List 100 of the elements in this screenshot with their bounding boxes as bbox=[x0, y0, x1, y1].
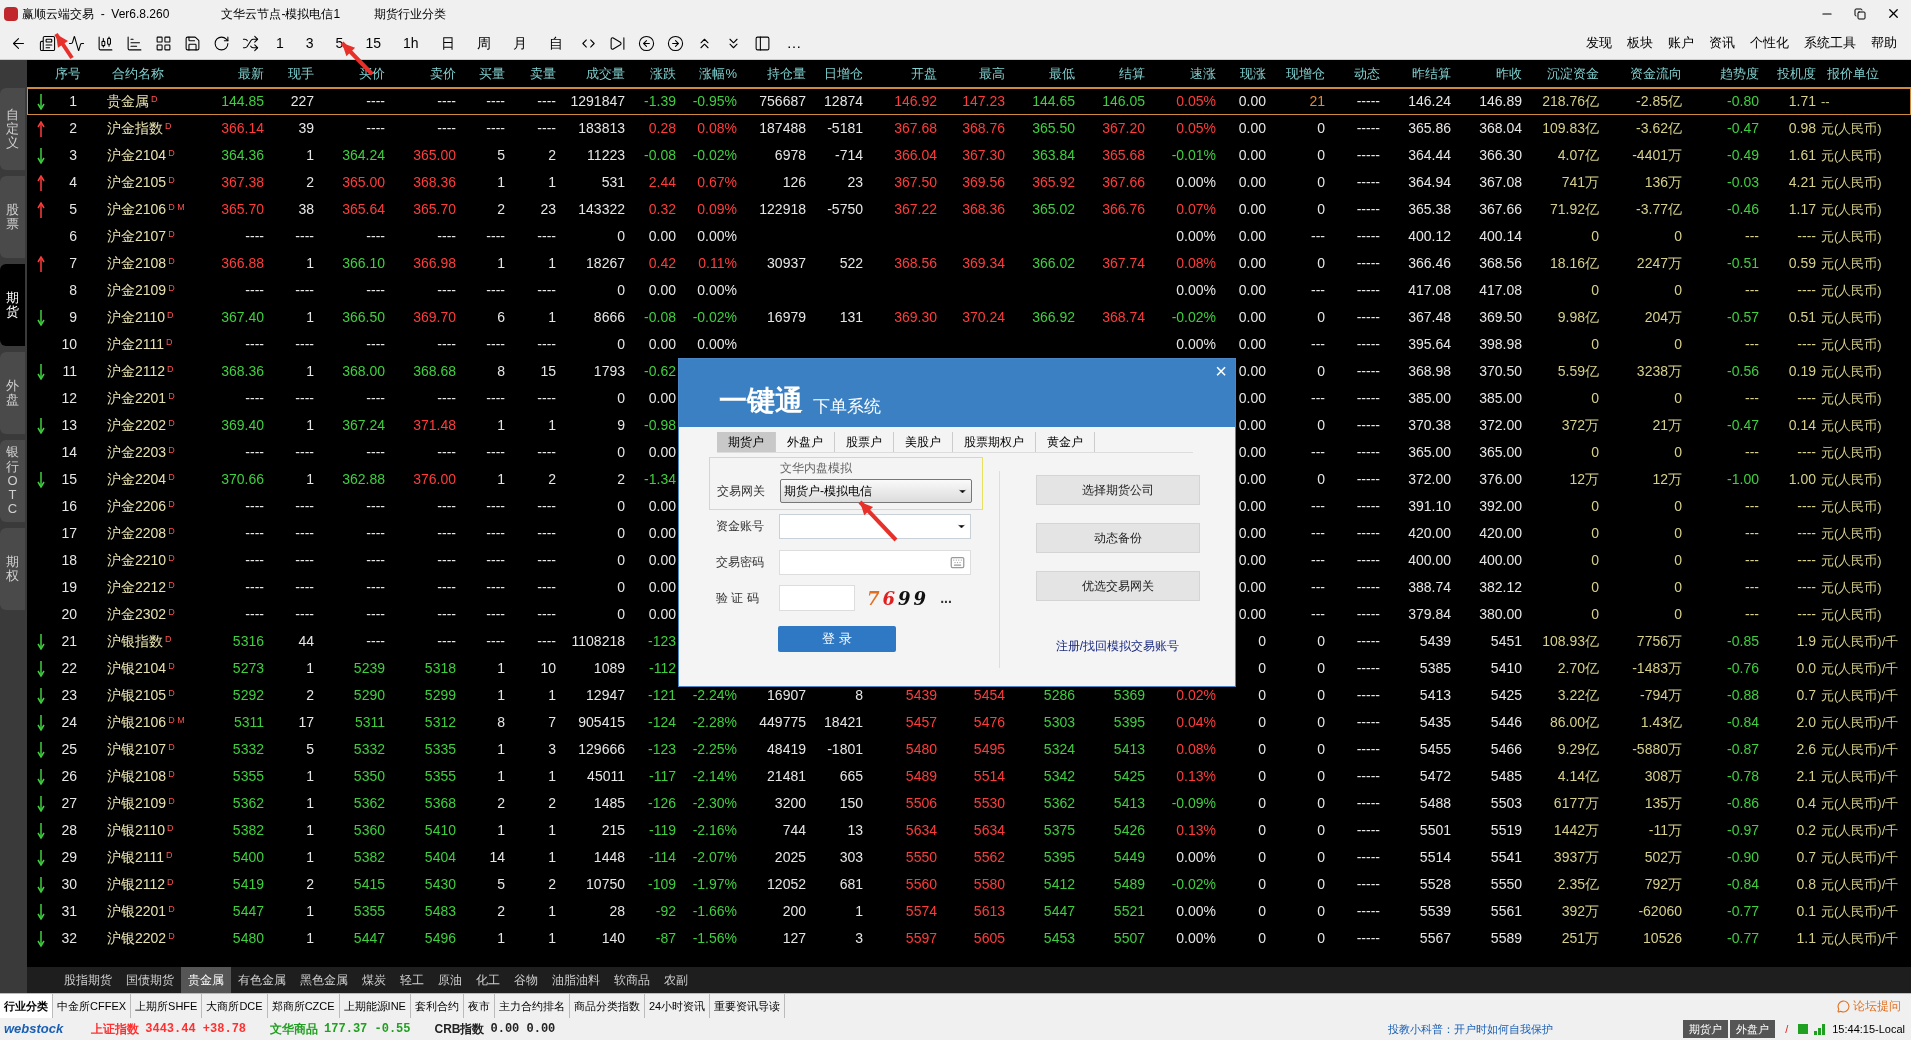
category-label[interactable]: 期货行业分类 bbox=[374, 4, 447, 23]
refresh-captcha-button[interactable]: ... bbox=[940, 587, 952, 609]
shuffle-icon[interactable] bbox=[242, 34, 259, 52]
column-header[interactable]: 昨结算 bbox=[1383, 63, 1454, 84]
account-tab[interactable]: 美股户 bbox=[894, 432, 953, 452]
document-icon[interactable] bbox=[39, 34, 56, 52]
column-header[interactable]: 资金流向 bbox=[1602, 63, 1685, 84]
column-header[interactable]: 最低 bbox=[1008, 63, 1078, 84]
column-header[interactable]: 昨收 bbox=[1454, 63, 1525, 84]
bar-chart-icon[interactable] bbox=[126, 34, 143, 52]
category-tab[interactable]: 软商品 bbox=[607, 967, 657, 993]
column-header[interactable]: 卖量 bbox=[508, 63, 559, 84]
period-button[interactable]: 周 bbox=[471, 32, 496, 54]
side-tab[interactable]: 银行OTC bbox=[0, 440, 25, 522]
close-button[interactable]: × bbox=[1215, 361, 1227, 381]
category-tab[interactable]: 油脂油料 bbox=[545, 967, 607, 993]
category-tab[interactable]: 股指期货 bbox=[57, 967, 119, 993]
column-header[interactable]: 日增仓 bbox=[809, 63, 866, 84]
column-header[interactable]: 动态 bbox=[1328, 63, 1383, 84]
column-header[interactable]: 开盘 bbox=[866, 63, 940, 84]
column-header[interactable]: 涨跌 bbox=[628, 63, 679, 84]
menu-item[interactable]: 板块 bbox=[1627, 33, 1653, 53]
keyboard-icon[interactable] bbox=[950, 554, 965, 570]
category-tab[interactable]: 黑色金属 bbox=[293, 967, 355, 993]
column-header[interactable]: 结算 bbox=[1078, 63, 1148, 84]
account-button[interactable]: 外盘户 bbox=[1730, 1020, 1776, 1038]
account-tab[interactable]: 期货户 bbox=[717, 432, 776, 452]
column-header[interactable]: 成交量 bbox=[559, 63, 628, 84]
column-header[interactable]: 最高 bbox=[940, 63, 1008, 84]
account-tab[interactable]: 股票期权户 bbox=[953, 432, 1036, 452]
menu-item[interactable]: 个性化 bbox=[1750, 33, 1789, 53]
column-header[interactable]: 现手 bbox=[267, 63, 317, 84]
restore-icon[interactable] bbox=[1854, 7, 1866, 20]
menu-item[interactable]: 账户 bbox=[1668, 33, 1694, 53]
more-button[interactable]: … bbox=[782, 31, 806, 55]
line-chart-icon[interactable] bbox=[68, 34, 85, 52]
option-button[interactable]: 优选交易网关 bbox=[1035, 571, 1200, 601]
column-header[interactable]: 持仓量 bbox=[740, 63, 809, 84]
period-button[interactable]: 1h bbox=[397, 32, 424, 54]
table-cell: ---- bbox=[1797, 579, 1816, 595]
gateway-select[interactable]: 期货户-模拟电信 bbox=[780, 479, 972, 503]
category-tab[interactable]: 有色金属 bbox=[231, 967, 293, 993]
column-header[interactable]: 最新 bbox=[196, 63, 267, 84]
column-header[interactable]: 沉淀资金 bbox=[1525, 63, 1602, 84]
column-header[interactable]: 卖价 bbox=[388, 63, 459, 84]
menu-item[interactable]: 系统工具 bbox=[1804, 33, 1856, 53]
category-tab[interactable]: 农副 bbox=[657, 967, 695, 993]
period-button[interactable]: 月 bbox=[507, 32, 532, 54]
column-header[interactable]: 速涨 bbox=[1148, 63, 1219, 84]
column-header[interactable]: 现增仓 bbox=[1269, 63, 1328, 84]
panel-icon[interactable] bbox=[753, 34, 771, 52]
category-tab[interactable]: 谷物 bbox=[507, 967, 545, 993]
side-tab[interactable]: 股票 bbox=[0, 176, 25, 258]
column-header[interactable]: 投机度 bbox=[1762, 63, 1819, 84]
column-header[interactable]: 合约名称 bbox=[80, 63, 196, 84]
period-button[interactable]: 自 bbox=[543, 32, 568, 54]
column-header[interactable]: 涨幅% bbox=[679, 63, 740, 84]
skip-icon[interactable] bbox=[608, 34, 626, 52]
server-node[interactable]: 文华云节点-模拟电信1 bbox=[221, 4, 341, 23]
register-link[interactable]: 注册/找回模拟交易账号 bbox=[1055, 637, 1180, 655]
column-header[interactable]: 报价单位 bbox=[1819, 63, 1911, 84]
side-tab[interactable]: 期权 bbox=[0, 528, 25, 610]
close-icon[interactable] bbox=[1886, 6, 1901, 21]
option-button[interactable]: 选择期货公司 bbox=[1035, 475, 1200, 505]
refresh-icon[interactable] bbox=[213, 34, 230, 52]
column-header[interactable]: 趋势度 bbox=[1685, 63, 1762, 84]
exchange-tab[interactable]: 行业分类 bbox=[0, 994, 53, 1018]
column-header[interactable]: 序号 bbox=[55, 63, 80, 84]
captcha-image[interactable]: 7 6 9 9 bbox=[867, 584, 927, 612]
period-button[interactable]: 日 bbox=[435, 32, 460, 54]
account-tab[interactable]: 股票户 bbox=[835, 432, 894, 452]
side-tab[interactable]: 自定义 bbox=[0, 88, 25, 170]
period-button[interactable]: 1 bbox=[271, 32, 289, 54]
category-tab[interactable]: 贵金属 bbox=[181, 967, 231, 993]
category-tab[interactable]: 国债期货 bbox=[119, 967, 181, 993]
menu-item[interactable]: 帮助 bbox=[1871, 33, 1897, 53]
menu-item[interactable]: 资讯 bbox=[1709, 33, 1735, 53]
account-tab[interactable]: 外盘户 bbox=[776, 432, 835, 452]
grid-icon[interactable] bbox=[155, 34, 172, 52]
account-field[interactable] bbox=[779, 513, 971, 539]
option-button[interactable]: 动态备份 bbox=[1035, 523, 1200, 553]
category-tab[interactable]: 煤炭 bbox=[355, 967, 393, 993]
category-tab[interactable]: 原油 bbox=[431, 967, 469, 993]
column-header[interactable]: 买量 bbox=[459, 63, 508, 84]
menu-item[interactable]: 发现 bbox=[1586, 33, 1612, 53]
category-tab[interactable]: 轻工 bbox=[393, 967, 431, 993]
side-tab[interactable]: 外盘 bbox=[0, 352, 25, 434]
account-button[interactable]: 期货户 bbox=[1683, 1020, 1729, 1038]
login-button[interactable]: 登 录 bbox=[778, 626, 896, 652]
captcha-field[interactable] bbox=[779, 585, 855, 611]
account-tab[interactable]: 黄金户 bbox=[1036, 432, 1095, 452]
period-button[interactable]: 3 bbox=[300, 32, 319, 54]
tip-text[interactable]: 投教小科普：开户时如何自我保护 bbox=[1388, 1020, 1554, 1038]
side-tab[interactable]: 期货 bbox=[0, 264, 25, 346]
password-field[interactable] bbox=[779, 549, 971, 575]
category-tab[interactable]: 化工 bbox=[469, 967, 507, 993]
period-button[interactable]: 15 bbox=[360, 32, 386, 54]
save-icon[interactable] bbox=[184, 34, 201, 52]
candlestick-icon[interactable] bbox=[97, 34, 114, 52]
column-header[interactable]: 现涨 bbox=[1219, 63, 1269, 84]
